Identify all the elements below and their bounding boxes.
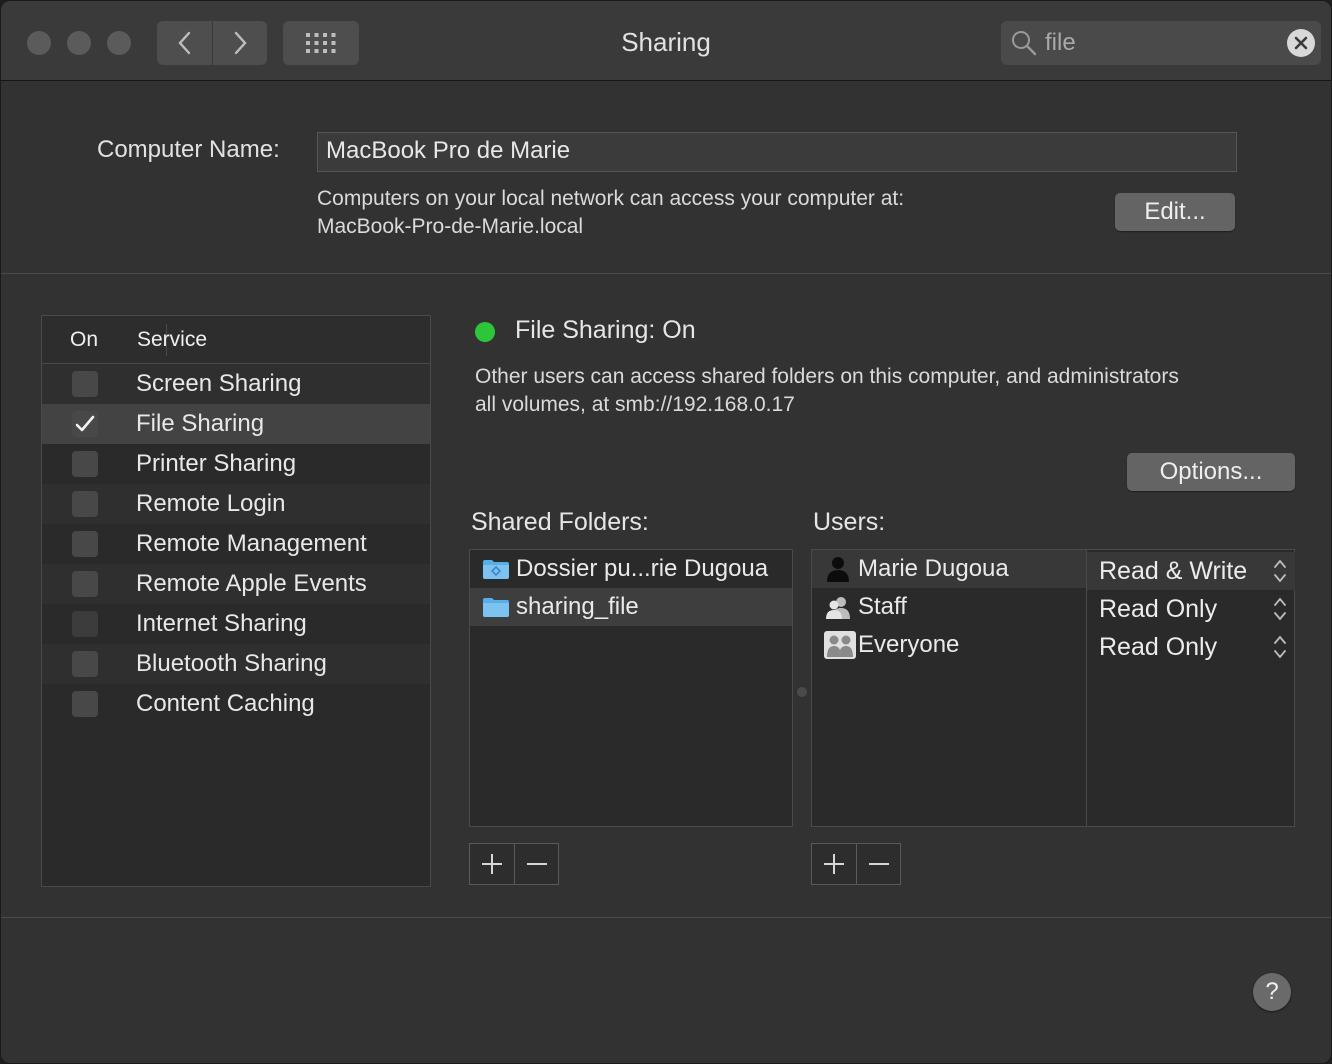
service-label: Remote Apple Events xyxy=(136,570,367,597)
service-checkbox[interactable] xyxy=(72,411,98,437)
users-list: Marie Dugoua Staff Everyone Read & Write… xyxy=(811,549,1295,827)
remove-user-button[interactable] xyxy=(856,844,900,884)
service-row-file-sharing[interactable]: File Sharing xyxy=(42,404,430,444)
shared-folders-list: Dossier pu...rie Dugoua sharing_file xyxy=(469,549,793,827)
status-description-line2: all volumes, at smb://192.168.0.17 xyxy=(475,393,795,416)
shared-folder-row[interactable]: sharing_file xyxy=(470,588,792,626)
service-checkbox[interactable] xyxy=(72,451,98,477)
user-row[interactable]: Everyone xyxy=(812,626,1086,664)
divider xyxy=(1,917,1331,918)
divider xyxy=(1,273,1331,274)
folder-icon xyxy=(482,596,510,618)
search-input[interactable] xyxy=(1045,27,1275,59)
stepper-arrows-icon xyxy=(1274,635,1286,659)
user-name: Everyone xyxy=(858,631,960,658)
status-indicator xyxy=(475,322,495,342)
status-description-line1: Other users can access shared folders on… xyxy=(475,365,1179,388)
service-label: Remote Management xyxy=(136,530,367,557)
service-checkbox[interactable] xyxy=(72,371,98,397)
shared-folder-name: Dossier pu...rie Dugoua xyxy=(516,555,769,582)
edit-button[interactable]: Edit... xyxy=(1115,193,1235,231)
header-on[interactable]: On xyxy=(70,328,98,352)
service-row-remote-management[interactable]: Remote Management xyxy=(42,524,430,564)
user-row[interactable]: Staff xyxy=(812,588,1086,626)
users-label: Users: xyxy=(813,508,886,536)
user-row[interactable]: Marie Dugoua xyxy=(812,550,1086,588)
title-bar: Sharing xyxy=(1,1,1331,81)
minus-icon xyxy=(868,863,889,865)
service-label: Screen Sharing xyxy=(136,370,302,397)
user-name: Staff xyxy=(858,593,907,620)
service-label: Remote Login xyxy=(136,490,286,517)
shared-folder-row[interactable]: Dossier pu...rie Dugoua xyxy=(470,550,792,588)
services-list: On Service Screen Sharing File Sharing P… xyxy=(41,315,431,887)
service-checkbox[interactable] xyxy=(72,531,98,557)
close-icon xyxy=(1294,36,1308,50)
plus-icon xyxy=(482,854,502,874)
service-label: Internet Sharing xyxy=(136,610,307,637)
add-user-button[interactable] xyxy=(812,844,856,884)
local-address-line2: MacBook-Pro-de-Marie.local xyxy=(317,215,584,238)
computer-name-field[interactable]: MacBook Pro de Marie xyxy=(317,132,1237,172)
remove-folder-button[interactable] xyxy=(514,844,558,884)
user-icon xyxy=(824,557,852,582)
permission-popup[interactable]: Read & Write xyxy=(1087,552,1295,590)
permission-value: Read Only xyxy=(1099,594,1218,623)
service-row-bluetooth-sharing[interactable]: Bluetooth Sharing xyxy=(42,644,430,684)
stepper-arrows-icon xyxy=(1274,597,1286,621)
service-row-internet-sharing[interactable]: Internet Sharing xyxy=(42,604,430,644)
service-row-content-caching[interactable]: Content Caching xyxy=(42,684,430,724)
service-checkbox[interactable] xyxy=(72,691,98,717)
minus-icon xyxy=(526,863,547,865)
split-view-handle[interactable] xyxy=(797,687,807,697)
services-list-header: On Service xyxy=(42,316,430,364)
service-row-screen-sharing[interactable]: Screen Sharing xyxy=(42,364,430,404)
permission-popup[interactable]: Read Only xyxy=(1087,628,1295,666)
shared-folders-label: Shared Folders: xyxy=(471,508,649,536)
public-folder-icon xyxy=(482,558,510,580)
users-add-remove xyxy=(811,843,901,885)
service-row-remote-apple-events[interactable]: Remote Apple Events xyxy=(42,564,430,604)
sharing-window: Sharing Computer Name: MacBook Pro de Ma… xyxy=(0,0,1332,1064)
local-address-info: Computers on your local network can acce… xyxy=(317,185,904,241)
user-name: Marie Dugoua xyxy=(858,555,1009,582)
group-icon xyxy=(824,596,852,619)
service-row-printer-sharing[interactable]: Printer Sharing xyxy=(42,444,430,484)
service-label: Printer Sharing xyxy=(136,450,297,477)
options-button[interactable]: Options... xyxy=(1127,453,1295,491)
service-label: Content Caching xyxy=(136,690,315,717)
permission-value: Read & Write xyxy=(1099,556,1248,585)
add-folder-button[interactable] xyxy=(470,844,514,884)
service-label: File Sharing xyxy=(136,410,265,437)
checkmark-icon xyxy=(75,415,95,432)
status-title: File Sharing: On xyxy=(515,316,696,344)
shared-folders-add-remove xyxy=(469,843,559,885)
clear-search-button[interactable] xyxy=(1287,29,1315,57)
everyone-icon xyxy=(824,631,856,659)
shared-folder-name: sharing_file xyxy=(516,593,639,620)
computer-name-label: Computer Name: xyxy=(97,136,280,163)
plus-icon xyxy=(824,854,844,874)
search-icon xyxy=(1012,31,1037,56)
service-checkbox[interactable] xyxy=(72,651,98,677)
header-service[interactable]: Service xyxy=(137,328,207,352)
stepper-arrows-icon xyxy=(1274,559,1286,583)
service-checkbox[interactable] xyxy=(72,491,98,517)
permission-value: Read Only xyxy=(1099,632,1218,661)
service-checkbox[interactable] xyxy=(72,611,98,637)
service-checkbox[interactable] xyxy=(72,571,98,597)
help-button[interactable]: ? xyxy=(1253,973,1291,1011)
permission-popup[interactable]: Read Only xyxy=(1087,590,1295,628)
service-row-remote-login[interactable]: Remote Login xyxy=(42,484,430,524)
search-field[interactable] xyxy=(1001,21,1321,65)
service-label: Bluetooth Sharing xyxy=(136,650,327,677)
local-address-line1: Computers on your local network can acce… xyxy=(317,187,905,210)
status-description: Other users can access shared folders on… xyxy=(475,363,1305,419)
